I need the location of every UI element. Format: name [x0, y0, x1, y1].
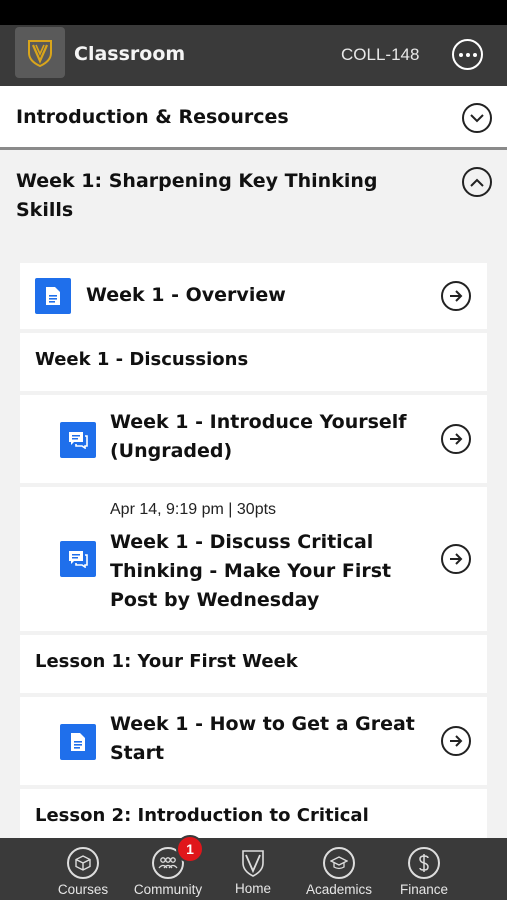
item-how-to-get-great-start[interactable]: Week 1 - How to Get a Great Start [20, 697, 487, 785]
subsection-title: Week 1 - Discussions [35, 349, 249, 370]
arrow-right-icon[interactable] [441, 544, 471, 574]
discussion-icon [60, 541, 96, 577]
item-title-line2: Start [110, 742, 165, 764]
section-title-line2: Skills [16, 199, 74, 221]
dollar-icon [408, 847, 440, 879]
page-title: Classroom [74, 43, 186, 65]
nav-academics[interactable]: Academics [294, 838, 384, 900]
nav-label: Courses [57, 882, 109, 897]
course-code: COLL-148 [341, 45, 420, 64]
section-title: Introduction & Resources [16, 106, 289, 128]
dot [458, 52, 463, 57]
chevron-up-icon[interactable] [462, 167, 492, 197]
nav-home[interactable]: Home [208, 838, 298, 900]
subsection-title: Lesson 2: Introduction to Critical [35, 805, 369, 826]
due-date-points: Apr 14, 9:19 pm | 30pts [110, 501, 277, 518]
nav-courses[interactable]: Courses [38, 838, 128, 900]
bottom-nav: Courses Community Home Academics Finance [0, 838, 507, 900]
dot [472, 52, 477, 57]
item-title-line1: Week 1 - Discuss Critical [110, 531, 374, 553]
subsection-lesson-1: Lesson 1: Your First Week [20, 635, 487, 693]
chevron-down-icon[interactable] [462, 103, 492, 133]
item-title-line1: Week 1 - Introduce Yourself [110, 411, 407, 433]
shield-v-logo-icon [28, 39, 52, 67]
app-header: Classroom COLL-148 [0, 25, 507, 86]
item-discuss-critical-thinking[interactable]: Apr 14, 9:19 pm | 30pts Week 1 - Discuss… [20, 487, 487, 631]
nav-label: Finance [399, 882, 449, 897]
cube-icon [67, 847, 99, 879]
section-introduction-resources[interactable]: Introduction & Resources [0, 86, 507, 150]
more-options-button[interactable] [452, 39, 483, 70]
item-title-line3: Post by Wednesday [110, 589, 320, 611]
school-logo[interactable] [15, 27, 65, 78]
nav-label: Academics [305, 882, 373, 897]
arrow-right-icon[interactable] [441, 281, 471, 311]
item-introduce-yourself[interactable]: Week 1 - Introduce Yourself (Ungraded) [20, 395, 487, 483]
notification-badge: 1 [176, 835, 204, 863]
section-title-line1: Week 1: Sharpening Key Thinking [16, 170, 378, 192]
subsection-title: Lesson 1: Your First Week [35, 651, 298, 672]
nav-finance[interactable]: Finance [379, 838, 469, 900]
nav-label: Community [133, 882, 203, 897]
subsection-week1-discussions: Week 1 - Discussions [20, 333, 487, 391]
dot [465, 52, 470, 57]
arrow-right-icon[interactable] [441, 424, 471, 454]
item-week1-overview[interactable]: Week 1 - Overview [20, 263, 487, 329]
document-icon [35, 278, 71, 314]
shield-home-icon [237, 846, 269, 880]
discussion-icon [60, 422, 96, 458]
item-title-line2: (Ungraded) [110, 440, 233, 462]
graduation-cap-icon [323, 847, 355, 879]
status-bar [0, 0, 507, 25]
document-icon [60, 724, 96, 760]
section-week-1[interactable]: Week 1: Sharpening Key Thinking Skills [0, 153, 507, 243]
arrow-right-icon[interactable] [441, 726, 471, 756]
item-title-line2: Thinking - Make Your First [110, 560, 392, 582]
item-title-line1: Week 1 - How to Get a Great [110, 713, 415, 735]
item-title: Week 1 - Overview [86, 284, 286, 306]
nav-label: Home [234, 881, 271, 896]
